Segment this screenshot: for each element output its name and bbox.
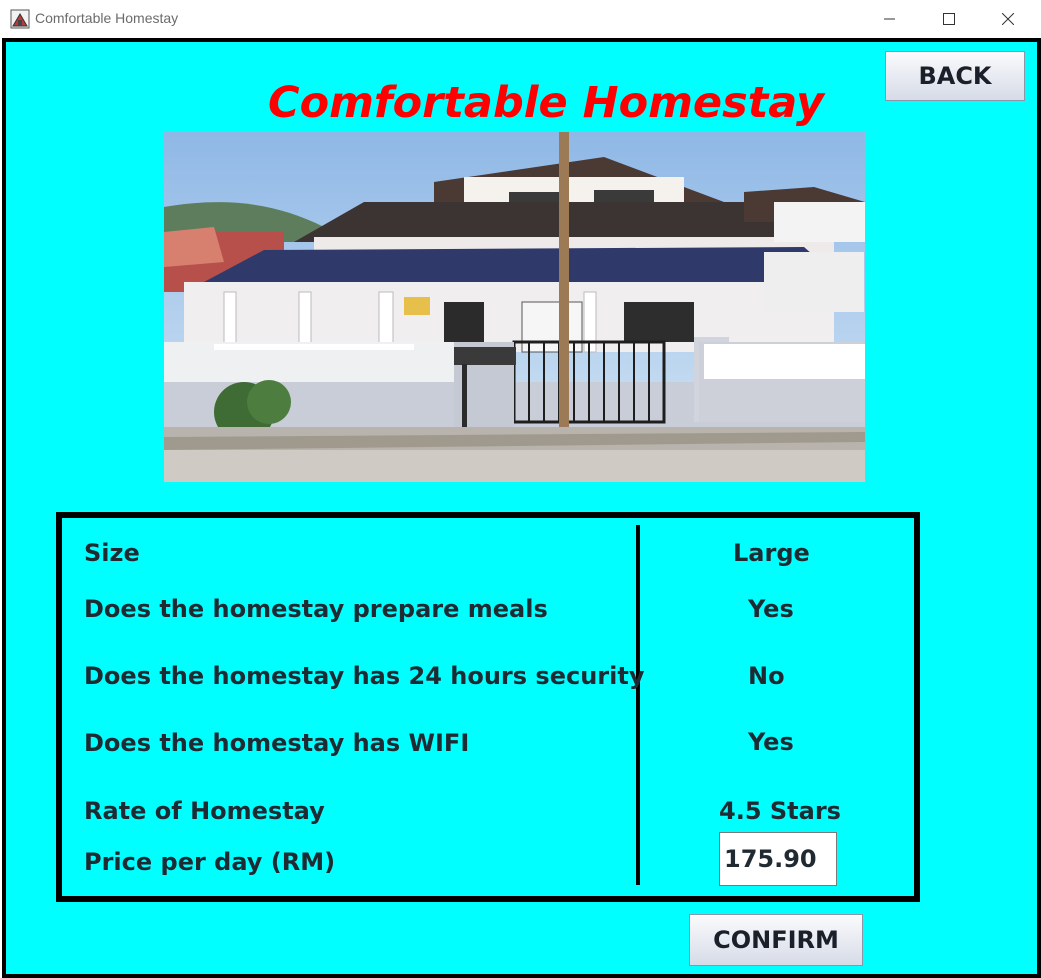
minimize-button[interactable] [861, 0, 919, 38]
minimize-icon [884, 18, 895, 20]
price-field[interactable]: 175.90 [719, 832, 837, 886]
house-image [164, 132, 865, 482]
maximize-button[interactable] [920, 0, 978, 38]
rating-label: Rate of Homestay [84, 797, 325, 825]
window-titlebar: Comfortable Homestay [0, 0, 1041, 38]
window-title: Comfortable Homestay [35, 10, 179, 26]
wifi-label: Does the homestay has WIFI [84, 729, 470, 757]
security-label: Does the homestay has 24 hours security [84, 662, 645, 690]
rating-value: 4.5 Stars [719, 797, 841, 825]
app-icon [10, 9, 30, 29]
details-panel: Size Large Does the homestay prepare mea… [56, 512, 920, 902]
back-button[interactable]: BACK [885, 51, 1025, 101]
meals-label: Does the homestay prepare meals [84, 595, 548, 623]
column-divider [636, 525, 640, 885]
close-icon [1002, 13, 1014, 25]
size-label: Size [84, 539, 140, 567]
close-button[interactable] [979, 0, 1037, 38]
meals-value: Yes [748, 595, 794, 623]
homestay-photo [164, 132, 865, 482]
main-panel: Comfortable Homestay BACK Size Large Doe… [2, 38, 1041, 978]
wifi-value: Yes [748, 728, 794, 756]
maximize-icon [943, 13, 955, 25]
confirm-button[interactable]: CONFIRM [689, 914, 863, 966]
price-label: Price per day (RM) [84, 848, 336, 876]
size-value: Large [733, 539, 810, 567]
security-value: No [748, 662, 785, 690]
